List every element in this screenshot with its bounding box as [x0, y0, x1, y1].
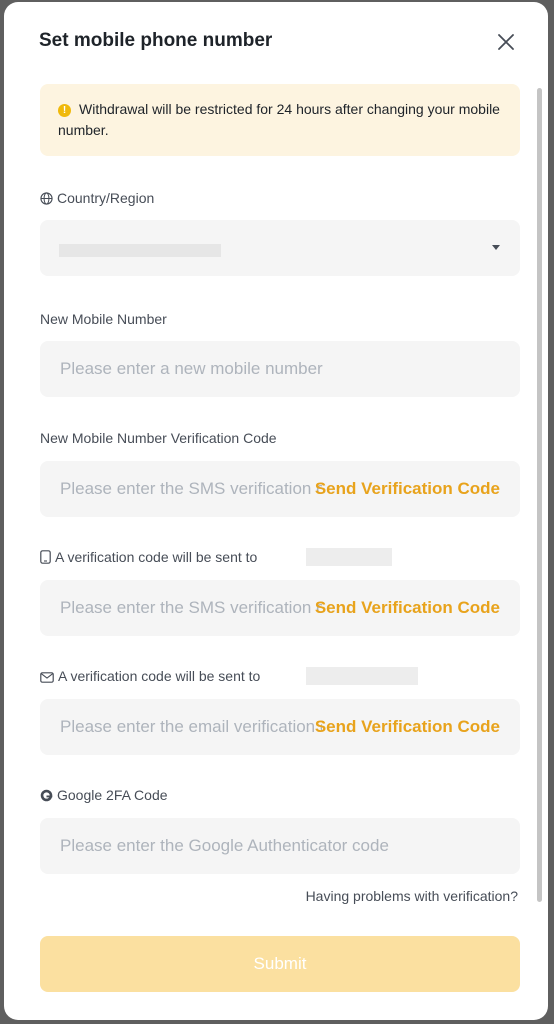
- country-select[interactable]: [40, 220, 520, 276]
- google-2fa-label: Google 2FA Code: [57, 787, 168, 803]
- old-mobile-code-field: Send Verification Code: [40, 580, 520, 636]
- set-mobile-dialog: Set mobile phone number ! Withdrawal will…: [4, 2, 548, 1020]
- google-2fa-field: [40, 818, 520, 874]
- new-mobile-code-label: New Mobile Number Verification Code: [40, 430, 277, 446]
- email-code-input[interactable]: [40, 699, 322, 755]
- phone-icon: [40, 550, 51, 564]
- close-icon: [498, 34, 514, 50]
- send-email-code-button[interactable]: Send Verification Code: [315, 699, 500, 755]
- verification-help-link[interactable]: Having problems with verification?: [306, 888, 518, 904]
- send-old-mobile-code-button[interactable]: Send Verification Code: [315, 580, 500, 636]
- masked-phone-number: [306, 548, 392, 566]
- country-label: Country/Region: [57, 190, 155, 206]
- scrollbar[interactable]: [537, 88, 542, 902]
- old-mobile-code-label-row: A verification code will be sent to: [40, 549, 257, 565]
- google-2fa-label-row: Google 2FA Code: [40, 787, 168, 803]
- email-code-label: A verification code will be sent to: [58, 668, 261, 684]
- email-code-field: Send Verification Code: [40, 699, 520, 755]
- submit-button[interactable]: Submit: [40, 936, 520, 992]
- country-value-redacted: [59, 244, 221, 257]
- new-mobile-code-field: Send Verification Code: [40, 461, 520, 517]
- country-label-row: Country/Region: [40, 190, 154, 206]
- new-mobile-field: [40, 341, 520, 397]
- email-code-label-row: A verification code will be sent to: [40, 668, 260, 684]
- old-mobile-code-input[interactable]: [40, 580, 322, 636]
- old-mobile-code-label: A verification code will be sent to: [55, 549, 258, 565]
- mail-icon: [40, 672, 54, 683]
- new-mobile-code-input[interactable]: [40, 461, 322, 517]
- warning-text: Withdrawal will be restricted for 24 hou…: [58, 101, 500, 138]
- new-mobile-label: New Mobile Number: [40, 311, 167, 327]
- close-button[interactable]: [492, 28, 520, 56]
- globe-icon: [40, 192, 53, 205]
- warning-icon: !: [58, 104, 71, 117]
- google-2fa-input[interactable]: [40, 818, 520, 874]
- masked-email: [306, 667, 418, 685]
- caret-down-icon: [492, 245, 500, 250]
- send-new-mobile-code-button[interactable]: Send Verification Code: [315, 461, 500, 517]
- google-auth-icon: [40, 789, 53, 802]
- new-mobile-input[interactable]: [40, 341, 520, 397]
- dialog-title: Set mobile phone number: [39, 30, 273, 51]
- warning-banner: ! Withdrawal will be restricted for 24 ho…: [40, 84, 520, 156]
